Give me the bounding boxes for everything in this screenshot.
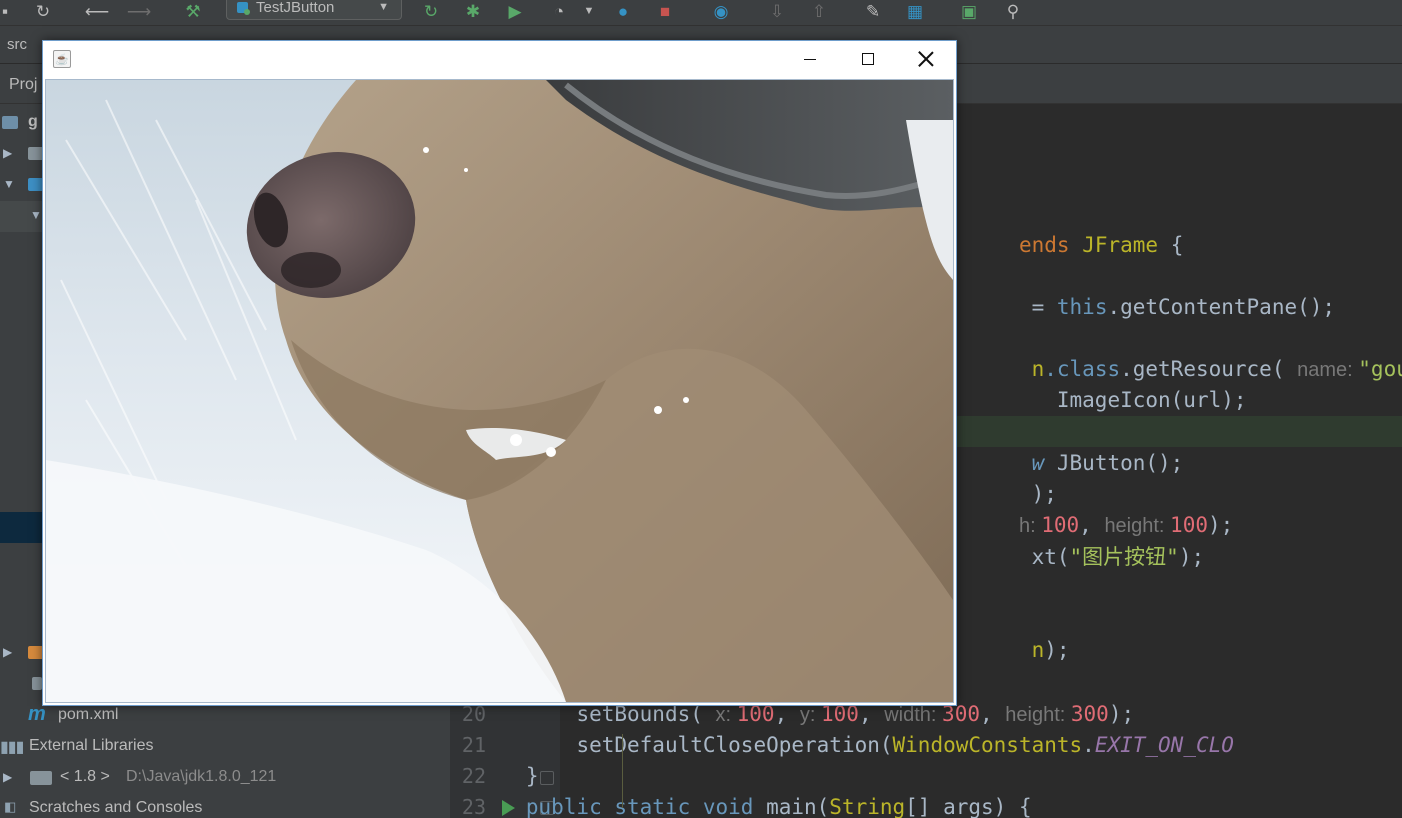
collapse-arrow-icon[interactable]: ▼: [30, 208, 42, 222]
image-button[interactable]: [46, 80, 953, 702]
code-line-23: public static void main(String[] args) {: [525, 795, 1032, 818]
expand-arrow-icon[interactable]: ▶: [3, 645, 12, 659]
swing-jframe-window[interactable]: ☕: [42, 40, 957, 706]
vcs-commit-icon[interactable]: ⇧: [808, 0, 830, 22]
module-folder-icon: [2, 116, 18, 129]
chevron-down-icon: ▼: [378, 1, 389, 13]
code-line-22: }: [525, 764, 539, 788]
breadcrumb-src[interactable]: src: [7, 36, 27, 53]
maximize-icon: [862, 53, 874, 65]
content-pane: [45, 79, 954, 703]
forward-arrow-icon[interactable]: ⟶: [127, 0, 151, 22]
attach-debugger-icon[interactable]: ●: [612, 0, 634, 22]
dog-in-snow-image: [46, 80, 953, 702]
libraries-icon: ▮▮▮: [0, 739, 24, 756]
run-configuration-dropdown[interactable]: TestJButton ▼: [226, 0, 402, 20]
sync-icon[interactable]: ↻: [32, 0, 54, 22]
rerun-icon[interactable]: ↻: [420, 0, 442, 22]
external-libraries-label: External Libraries: [29, 737, 154, 754]
code-line-21: setDefaultCloseOperation(WindowConstants…: [576, 733, 1234, 757]
maximize-button[interactable]: [839, 41, 897, 77]
scratches-icon: ◧: [4, 799, 17, 814]
tree-row-scratches[interactable]: ◧ Scratches and Consoles: [0, 794, 450, 818]
tree-row-external-libraries[interactable]: ▮▮▮ External Libraries: [0, 732, 450, 763]
scratches-label: Scratches and Consoles: [29, 799, 203, 816]
jdk-label: < 1.8 >: [60, 768, 110, 785]
project-panel-title[interactable]: Proj: [9, 76, 37, 94]
save-icon[interactable]: ▪: [0, 0, 16, 22]
settings-wrench-icon[interactable]: ✎: [862, 0, 884, 22]
stop-icon[interactable]: ■: [654, 0, 676, 22]
minimize-icon: [804, 58, 816, 60]
build-hammer-icon[interactable]: ⚒: [182, 0, 204, 22]
coverage-globe-icon[interactable]: ◉: [710, 0, 732, 22]
java-class-icon: [237, 1, 250, 15]
more-run-options-icon[interactable]: ▼: [578, 0, 600, 22]
vcs-update-icon[interactable]: ⇩: [766, 0, 788, 22]
close-icon: [918, 51, 934, 67]
window-titlebar[interactable]: ☕: [43, 41, 956, 79]
expand-arrow-icon[interactable]: ▶: [3, 770, 12, 784]
indent-guide: [622, 734, 623, 808]
collapse-arrow-icon[interactable]: ▼: [3, 177, 15, 191]
run-anything-icon[interactable]: ▣: [958, 0, 980, 22]
root-module-label: g: [28, 113, 38, 130]
profile-icon[interactable]: ◔: [548, 0, 570, 22]
run-config-label: TestJButton: [256, 0, 335, 16]
debug-bug-icon[interactable]: ✱: [462, 0, 484, 22]
tree-row-jdk[interactable]: ▶ < 1.8 > D:\Java\jdk1.8.0_121: [0, 763, 450, 794]
search-icon[interactable]: ⚲: [1002, 0, 1024, 22]
pom-file-label: pom.xml: [58, 706, 119, 723]
java-cup-icon[interactable]: ☕: [53, 50, 71, 68]
project-structure-icon[interactable]: ▦: [904, 0, 926, 22]
expand-arrow-icon[interactable]: ▶: [3, 146, 12, 160]
file-icon: [32, 677, 42, 690]
ide-toolbar: ▪ ↻ ⟵ ⟶ ⚒ TestJButton ▼ ↻ ✱ ▶ ◔ ▼ ● ■ ◉ …: [0, 0, 1402, 26]
run-coverage-icon[interactable]: ▶: [504, 0, 526, 22]
minimize-button[interactable]: [781, 41, 839, 77]
jdk-folder-icon: [30, 771, 52, 785]
back-arrow-icon[interactable]: ⟵: [85, 0, 109, 22]
maven-file-icon: m: [28, 703, 46, 725]
jdk-path: D:\Java\jdk1.8.0_121: [126, 768, 277, 785]
close-button[interactable]: [897, 41, 955, 77]
